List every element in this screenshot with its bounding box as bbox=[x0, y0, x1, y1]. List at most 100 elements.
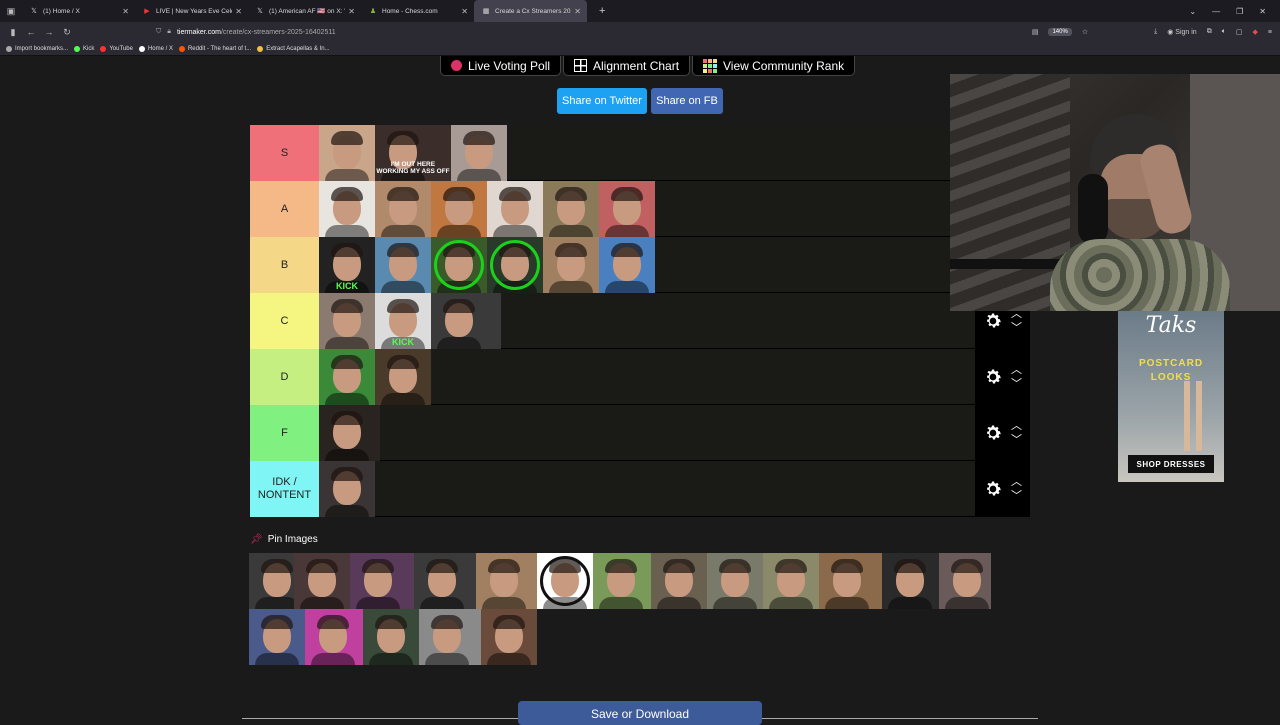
lock-icon[interactable]: 🔒︎ bbox=[167, 28, 171, 36]
browser-tab[interactable]: 𝕏 (1) American AF 🇺🇸 on X: "A mo✕ bbox=[248, 0, 361, 22]
chevron-down-icon[interactable]: ﹀ bbox=[1011, 491, 1022, 502]
tier-image[interactable] bbox=[375, 349, 431, 405]
share-fb-button[interactable]: Share on FB bbox=[651, 88, 723, 114]
chevron-down-icon[interactable]: ﹀ bbox=[1011, 379, 1022, 390]
browser-tab[interactable]: ♟ Home - Chess.com ✕ bbox=[361, 0, 474, 22]
pin-image[interactable] bbox=[819, 553, 882, 609]
tier-label[interactable]: C bbox=[250, 293, 319, 349]
bookmark-item[interactable]: Kick bbox=[74, 45, 94, 52]
gear-icon[interactable] bbox=[983, 311, 1003, 331]
pin-image[interactable] bbox=[476, 553, 537, 609]
tier-image[interactable] bbox=[599, 237, 655, 293]
chevron-up-icon[interactable]: ︿ bbox=[1011, 421, 1022, 432]
tier-image[interactable] bbox=[319, 293, 375, 349]
tier-image[interactable] bbox=[487, 237, 543, 293]
tier-image[interactable] bbox=[319, 349, 375, 405]
shop-dresses-button[interactable]: SHOP DRESSES bbox=[1128, 455, 1214, 473]
chevron-down-icon[interactable]: ﹀ bbox=[1011, 323, 1022, 334]
gear-icon[interactable] bbox=[983, 367, 1003, 387]
bookmark-item[interactable]: Import bookmarks... bbox=[6, 45, 68, 52]
gear-icon[interactable] bbox=[983, 479, 1003, 499]
bookmark-item[interactable]: Home / X bbox=[138, 45, 173, 52]
tier-image[interactable] bbox=[319, 461, 375, 517]
live-voting-poll-button[interactable]: Live Voting Poll bbox=[440, 56, 562, 76]
close-window-button[interactable]: ✕ bbox=[1259, 7, 1266, 16]
community-rank-button[interactable]: View Community Rank bbox=[692, 56, 856, 76]
tier-label[interactable]: B bbox=[250, 237, 319, 293]
zoom-level[interactable]: 140% bbox=[1048, 28, 1072, 36]
tier-image[interactable] bbox=[431, 293, 501, 349]
pin-image[interactable] bbox=[481, 609, 537, 665]
tab-overview-icon[interactable]: ▣ bbox=[0, 6, 22, 17]
tier-image[interactable] bbox=[543, 237, 599, 293]
tier-image[interactable] bbox=[431, 181, 487, 237]
close-tab-icon[interactable]: ✕ bbox=[348, 7, 355, 16]
tier-label[interactable]: S bbox=[250, 125, 319, 181]
bookmark-star-icon[interactable]: ☆ bbox=[1082, 28, 1088, 36]
maximize-button[interactable]: ❐ bbox=[1236, 7, 1243, 16]
mute-icon[interactable]: 🔈︎ bbox=[1222, 28, 1226, 36]
tier-image[interactable] bbox=[487, 181, 543, 237]
reader-view-icon[interactable]: ▤ bbox=[1032, 28, 1039, 36]
chevron-up-icon[interactable]: ︿ bbox=[1011, 365, 1022, 376]
ad-banner[interactable]: Taks POSTCARD LOOKS SHOP DRESSES bbox=[1118, 311, 1224, 482]
tier-image[interactable]: KICK bbox=[319, 237, 375, 293]
bookmark-item[interactable]: Extract Acapellas & In... bbox=[257, 45, 330, 52]
new-tab-button[interactable]: + bbox=[599, 5, 605, 17]
tier-image[interactable] bbox=[319, 405, 380, 461]
chevron-down-icon[interactable]: ﹀ bbox=[1011, 435, 1022, 446]
browser-tab[interactable]: 𝕏 (1) Home / X ✕ bbox=[22, 0, 135, 22]
pin-image[interactable] bbox=[537, 553, 593, 609]
chevron-up-icon[interactable]: ︿ bbox=[1011, 477, 1022, 488]
tier-label[interactable]: A bbox=[250, 181, 319, 237]
bookmark-item[interactable]: YouTube bbox=[100, 45, 133, 52]
shield-icon[interactable]: ⛉ bbox=[156, 28, 161, 36]
tier-image[interactable] bbox=[319, 181, 375, 237]
download-icon[interactable]: ⤓ bbox=[1154, 28, 1157, 36]
tier-image[interactable] bbox=[375, 237, 431, 293]
address-bar[interactable]: ⛉ 🔒︎ tiermaker.com/create/cx-streamers-2… bbox=[156, 28, 336, 36]
tier-image[interactable] bbox=[451, 125, 507, 181]
tier-image[interactable] bbox=[599, 181, 655, 237]
menu-icon[interactable]: ≡ bbox=[1268, 29, 1272, 36]
pin-image[interactable] bbox=[419, 609, 481, 665]
tier-image[interactable] bbox=[375, 181, 431, 237]
account-icon[interactable]: ◉ Sign in bbox=[1167, 28, 1196, 36]
pin-image[interactable] bbox=[249, 609, 305, 665]
tier-image[interactable]: KICK bbox=[375, 293, 431, 349]
pocket-icon[interactable]: ▢ bbox=[1236, 28, 1243, 36]
pin-image[interactable] bbox=[350, 553, 414, 609]
forward-button[interactable]: → bbox=[40, 27, 58, 37]
minimize-button[interactable]: — bbox=[1212, 7, 1220, 16]
tab-list-icon[interactable]: ⌄ bbox=[1189, 7, 1196, 16]
extensions-icon[interactable]: ⧉ bbox=[1207, 28, 1212, 36]
tier-image[interactable] bbox=[431, 237, 487, 293]
close-tab-icon[interactable]: ✕ bbox=[235, 7, 242, 16]
tier-label[interactable]: IDK / NONTENT bbox=[250, 461, 319, 517]
tier-image[interactable]: I'M OUT HERE WORKING MY ASS OFF bbox=[375, 125, 451, 181]
gear-icon[interactable] bbox=[983, 423, 1003, 443]
pin-image[interactable] bbox=[249, 553, 294, 609]
tier-image[interactable] bbox=[319, 125, 375, 181]
save-download-button[interactable]: Save or Download bbox=[518, 701, 762, 725]
back-button[interactable]: ← bbox=[22, 27, 40, 37]
sign-in-link[interactable]: Sign in bbox=[1175, 29, 1196, 36]
close-tab-icon[interactable]: ✕ bbox=[122, 7, 129, 16]
tier-label[interactable]: F bbox=[250, 405, 319, 461]
addon-icon[interactable]: ◆ bbox=[1253, 28, 1258, 36]
browser-tab[interactable]: ▦ Create a Cx Streamers 2025 Tie✕ bbox=[474, 0, 587, 22]
pin-image[interactable] bbox=[763, 553, 819, 609]
pin-image[interactable] bbox=[294, 553, 350, 609]
pin-image[interactable] bbox=[363, 609, 419, 665]
tier-label[interactable]: D bbox=[250, 349, 319, 405]
sidebar-toggle-icon[interactable]: ▮ bbox=[4, 27, 22, 38]
pin-image[interactable] bbox=[882, 553, 939, 609]
close-tab-icon[interactable]: ✕ bbox=[461, 7, 468, 16]
tier-image[interactable] bbox=[543, 181, 599, 237]
share-twitter-button[interactable]: Share on Twitter bbox=[557, 88, 647, 114]
pin-image[interactable] bbox=[414, 553, 476, 609]
pin-image[interactable] bbox=[651, 553, 707, 609]
alignment-chart-button[interactable]: Alignment Chart bbox=[563, 56, 691, 76]
close-tab-icon[interactable]: ✕ bbox=[574, 7, 581, 16]
browser-tab[interactable]: ▶ LIVE | New Years Eve Celebratio✕ bbox=[135, 0, 248, 22]
